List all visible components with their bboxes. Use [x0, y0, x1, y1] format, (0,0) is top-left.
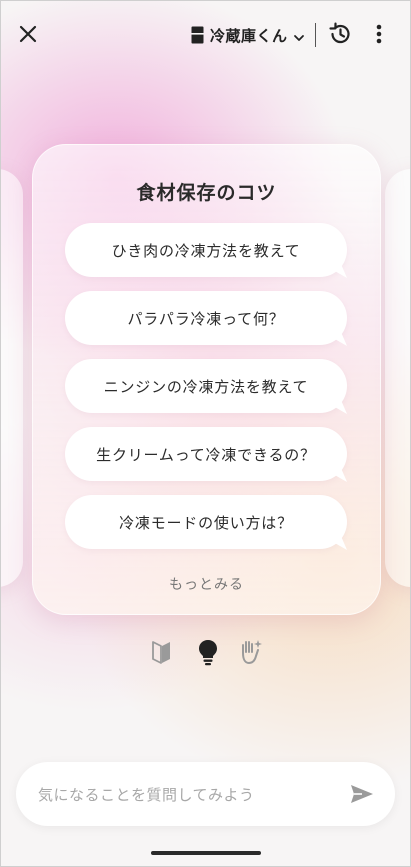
beginner-mark-icon [149, 641, 175, 671]
suggestion-text: ニンジンの冷凍方法を教えて [103, 377, 309, 396]
bubble-tail [331, 332, 347, 346]
bubble-tail [331, 536, 347, 550]
card-title: 食材保存のコツ [136, 182, 277, 204]
device-name: 冷蔵庫くん [210, 26, 288, 45]
question-input[interactable] [36, 776, 340, 814]
tab-tips[interactable] [195, 637, 221, 667]
topic-card: 食材保存のコツ ひき肉の冷凍方法を教えて パラパラ冷凍って何？ ニンジンの冷凍方… [32, 144, 381, 615]
chevron-down-icon [293, 29, 305, 41]
suggestion-text: 冷凍モードの使い方は？ [119, 513, 293, 532]
suggestion-text: パラパラ冷凍って何？ [127, 309, 285, 328]
more-vertical-icon [367, 24, 391, 52]
history-button[interactable] [326, 20, 354, 48]
suggestion-text: ひき肉の冷凍方法を教えて [111, 241, 301, 260]
app-screen: 冷蔵庫くん 食材保存のコツ ひき肉の冷凍方法を教えて パラパラ冷凍って何？ ニン… [0, 0, 411, 867]
close-button[interactable] [13, 19, 43, 49]
suggestion-bubble[interactable]: 生クリームって冷凍できるの？ [65, 427, 347, 482]
previous-card-peek[interactable] [1, 169, 23, 587]
bubble-tail [331, 264, 347, 278]
question-composer [16, 762, 395, 826]
bubble-tail [331, 400, 347, 414]
send-button[interactable] [349, 782, 375, 806]
home-indicator [151, 851, 261, 855]
bubble-tail [331, 468, 347, 482]
lightbulb-icon [195, 640, 221, 671]
more-options-button[interactable] [367, 20, 391, 48]
suggestion-bubble[interactable]: ニンジンの冷凍方法を教えて [65, 359, 347, 414]
header-divider [315, 23, 316, 47]
see-more-link[interactable]: もっとみる [33, 574, 380, 594]
tab-magic[interactable] [237, 637, 263, 667]
category-tabs [149, 637, 269, 667]
suggestion-text: 生クリームって冷凍できるの？ [96, 445, 316, 464]
suggestion-bubble[interactable]: パラパラ冷凍って何？ [65, 291, 347, 346]
sparkle-hand-icon [237, 640, 263, 671]
suggestion-bubble[interactable]: ひき肉の冷凍方法を教えて [65, 223, 347, 278]
top-bar: 冷蔵庫くん [1, 1, 410, 67]
refrigerator-icon [191, 26, 204, 44]
close-icon [13, 19, 43, 49]
device-selector[interactable]: 冷蔵庫くん [191, 21, 305, 49]
send-icon [349, 785, 375, 810]
next-card-peek[interactable] [385, 169, 410, 587]
suggestion-bubble[interactable]: 冷凍モードの使い方は？ [65, 495, 347, 550]
tab-beginner[interactable] [149, 637, 175, 667]
history-icon [326, 22, 354, 52]
